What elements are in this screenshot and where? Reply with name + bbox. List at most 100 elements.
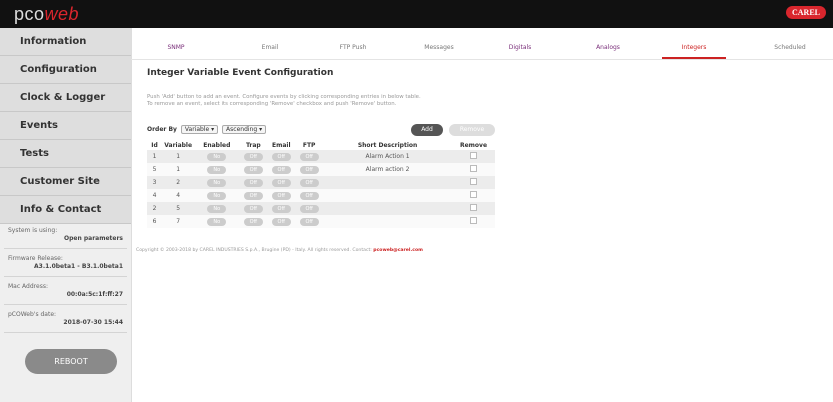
order-direction-select[interactable]: Ascending ▾ — [222, 125, 267, 134]
enabled-toggle[interactable]: No — [207, 152, 227, 161]
email-toggle[interactable]: Off — [271, 165, 291, 174]
cell-variable: 1 — [162, 163, 195, 176]
enabled-toggle[interactable]: No — [207, 165, 227, 174]
nav-customer-site[interactable]: Customer Site — [0, 168, 131, 196]
order-by-controls: Order By Variable ▾ Ascending ▾ — [147, 125, 267, 134]
email-toggle[interactable]: Off — [271, 178, 291, 187]
remove-checkbox[interactable] — [470, 217, 477, 224]
cell-variable: 1 — [162, 150, 195, 163]
email-toggle[interactable]: Off — [271, 152, 291, 161]
table-row[interactable]: 6 7 No Off Off Off — [147, 215, 495, 228]
contact-email-link[interactable]: pcoweb@carel.com — [373, 248, 423, 253]
nav-information[interactable]: Information — [0, 28, 131, 56]
page-title: Integer Variable Event Configuration — [147, 68, 334, 78]
cell-description[interactable] — [323, 215, 452, 228]
trap-toggle[interactable]: Off — [243, 204, 263, 213]
firmware-label: Firmware Release: — [8, 255, 63, 262]
cell-description[interactable]: Alarm Action 1 — [323, 150, 452, 163]
email-toggle[interactable]: Off — [271, 204, 291, 213]
table-row[interactable]: 4 4 No Off Off Off — [147, 189, 495, 202]
table-header: Id Variable Enabled Trap Email FTP Short… — [147, 140, 495, 150]
header-id: Id — [151, 141, 158, 149]
nav-info-contact[interactable]: Info & Contact — [0, 196, 131, 224]
trap-toggle[interactable]: Off — [243, 191, 263, 200]
remove-checkbox[interactable] — [470, 152, 477, 159]
date-info: pCOWeb's date: 2018-07-30 15:44 — [0, 308, 131, 329]
nav-events[interactable]: Events — [0, 112, 131, 140]
tab-messages[interactable]: Messages — [407, 44, 471, 51]
header-enabled: Enabled — [203, 141, 231, 149]
cell-description[interactable] — [323, 176, 452, 189]
cell-variable: 2 — [162, 176, 195, 189]
trap-toggle[interactable]: Off — [243, 165, 263, 174]
enabled-toggle[interactable]: No — [207, 217, 227, 226]
cell-id: 2 — [147, 202, 163, 215]
main-content: Integer Variable Event Configuration Pus… — [147, 68, 421, 107]
order-direction-value: Ascending — [226, 126, 258, 133]
cell-description[interactable] — [323, 189, 452, 202]
copyright-text: Copyright © 2003-2018 by CAREL INDUSTRIE… — [136, 248, 372, 253]
divider — [4, 304, 127, 305]
tab-scheduled[interactable]: Scheduled — [758, 44, 822, 51]
divider — [4, 248, 127, 249]
divider — [4, 332, 127, 333]
remove-checkbox[interactable] — [470, 165, 477, 172]
chevron-down-icon: ▾ — [211, 126, 215, 133]
add-button[interactable]: Add — [411, 124, 443, 136]
ftp-toggle[interactable]: Off — [299, 178, 319, 187]
system-value: Open parameters — [64, 235, 123, 242]
remove-button[interactable]: Remove — [449, 124, 495, 136]
chevron-down-icon: ▾ — [259, 126, 263, 133]
date-value: 2018-07-30 15:44 — [63, 319, 123, 326]
description-line-2: To remove an event, select its correspon… — [147, 101, 397, 107]
cell-description[interactable]: Alarm action 2 — [323, 163, 452, 176]
page-description: Push 'Add' button to add an event. Confi… — [147, 94, 507, 108]
tab-ftp-push[interactable]: FTP Push — [321, 44, 385, 51]
order-by-select[interactable]: Variable ▾ — [180, 125, 219, 134]
email-toggle[interactable]: Off — [271, 191, 291, 200]
remove-checkbox[interactable] — [470, 191, 477, 198]
ftp-toggle[interactable]: Off — [299, 165, 319, 174]
trap-toggle[interactable]: Off — [243, 152, 263, 161]
enabled-toggle[interactable]: No — [207, 178, 227, 187]
table-row[interactable]: 3 2 No Off Off Off — [147, 176, 495, 189]
cell-variable: 5 — [162, 202, 195, 215]
tab-integers[interactable]: Integers — [662, 44, 726, 59]
enabled-toggle[interactable]: No — [207, 204, 227, 213]
reboot-button[interactable]: REBOOT — [25, 349, 117, 374]
nav-configuration[interactable]: Configuration — [0, 56, 131, 84]
email-toggle[interactable]: Off — [271, 217, 291, 226]
events-table: Id Variable Enabled Trap Email FTP Short… — [147, 140, 495, 228]
remove-checkbox[interactable] — [470, 204, 477, 211]
cell-variable: 4 — [162, 189, 195, 202]
ftp-toggle[interactable]: Off — [299, 204, 319, 213]
nav-clock-logger[interactable]: Clock & Logger — [0, 84, 131, 112]
cell-description[interactable] — [323, 202, 452, 215]
trap-toggle[interactable]: Off — [243, 178, 263, 187]
carel-logo: CAREL — [785, 6, 826, 19]
ftp-toggle[interactable]: Off — [299, 152, 319, 161]
tab-email[interactable]: Email — [238, 44, 302, 51]
header-trap: Trap — [245, 141, 261, 149]
footer: Copyright © 2003-2018 by CAREL INDUSTRIE… — [136, 248, 423, 253]
tab-analogs[interactable]: Analogs — [576, 44, 640, 51]
table-row[interactable]: 5 1 No Off Off Off Alarm action 2 — [147, 163, 495, 176]
header-short-description: Short Description — [357, 141, 418, 149]
table-row[interactable]: 1 1 No Off Off Off Alarm Action 1 — [147, 150, 495, 163]
mac-value: 00:0a:5c:1f:ff:27 — [66, 291, 123, 298]
order-by-value: Variable — [184, 126, 210, 133]
sidebar: Information Configuration Clock & Logger… — [0, 28, 132, 402]
remove-checkbox[interactable] — [470, 178, 477, 185]
tab-snmp[interactable]: SNMP — [144, 44, 208, 51]
trap-toggle[interactable]: Off — [243, 217, 263, 226]
system-label: System is using: — [8, 227, 58, 234]
nav-tests[interactable]: Tests — [0, 140, 131, 168]
header-variable: Variable — [164, 141, 193, 149]
table-row[interactable]: 2 5 No Off Off Off — [147, 202, 495, 215]
tab-digitals[interactable]: Digitals — [488, 44, 552, 51]
system-info: System is using: Open parameters — [0, 224, 131, 245]
cell-id: 5 — [147, 163, 163, 176]
ftp-toggle[interactable]: Off — [299, 191, 319, 200]
ftp-toggle[interactable]: Off — [299, 217, 319, 226]
enabled-toggle[interactable]: No — [207, 191, 227, 200]
